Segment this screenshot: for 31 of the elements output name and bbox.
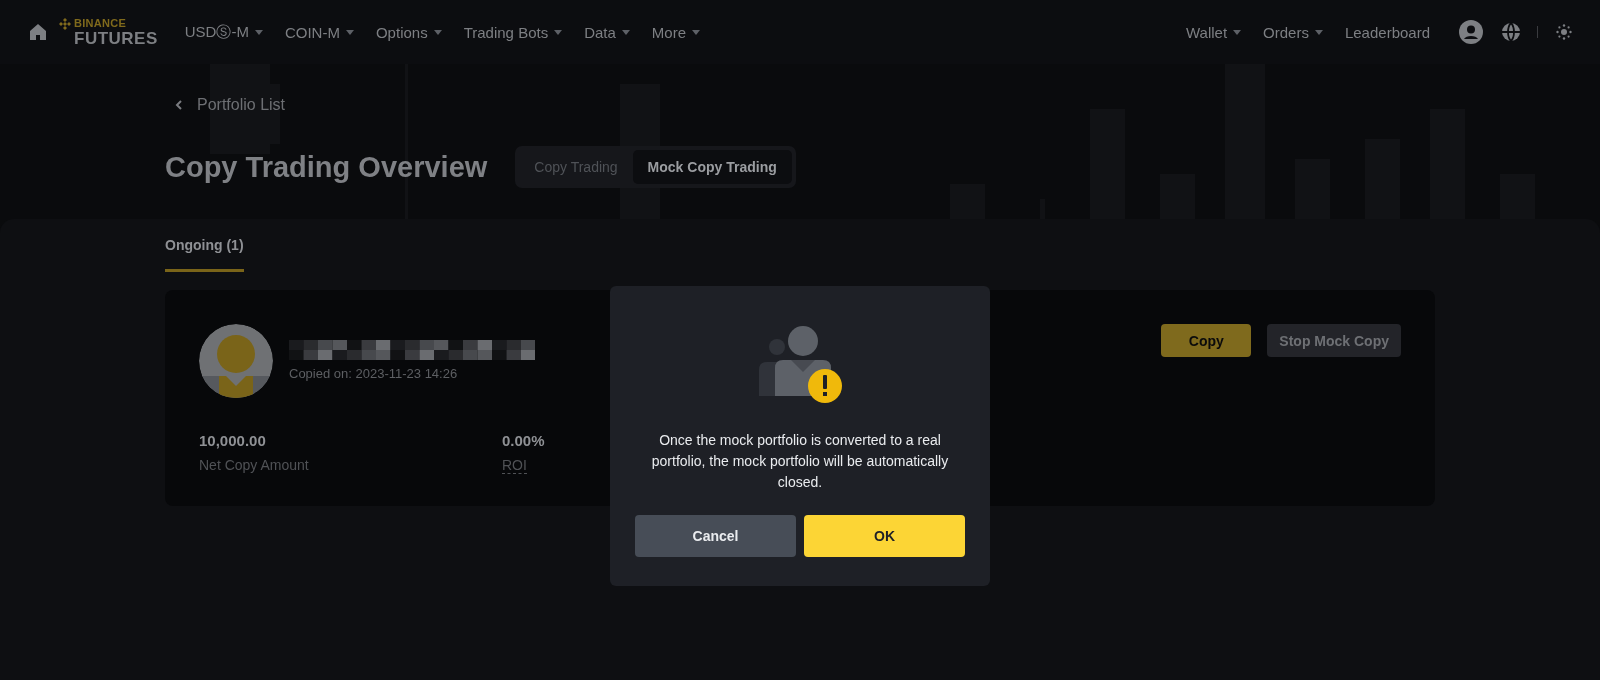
copy-button[interactable]: Copy [1161, 324, 1252, 357]
ok-button[interactable]: OK [804, 515, 965, 557]
mode-tab[interactable]: Mock Copy Trading [632, 150, 792, 184]
nav-menu-item[interactable]: Options [364, 23, 453, 41]
stat-label: Net Copy Amount [199, 457, 309, 473]
nav-menu-item[interactable]: USDⓈ-M [173, 22, 274, 42]
nav-menu-item[interactable]: COIN-M [273, 23, 365, 41]
dialog-message: Once the mock portfolio is converted to a real portfolio, the mock portfolio will be automatically closed. [650, 431, 950, 492]
globe-icon[interactable] [1501, 22, 1521, 42]
nav-menu-item[interactable]: Wallet [1174, 23, 1253, 41]
nav-menu-item[interactable]: Data [573, 23, 641, 41]
nav-menu-item[interactable]: Orders [1252, 23, 1334, 41]
logo[interactable]: BINANCE FUTURES [59, 17, 158, 47]
nav-menu-item[interactable]: Trading Bots [452, 23, 574, 41]
nav-menu-item[interactable]: More [640, 23, 712, 41]
stat-label: ROI [502, 457, 527, 474]
avatar-icon [199, 324, 273, 398]
chevron-left-icon [175, 100, 183, 110]
nav-menu-item[interactable]: Leaderboard [1333, 23, 1441, 41]
stop-button[interactable]: Stop Mock Copy [1267, 324, 1401, 357]
copied-date: Copied on: 2023-11-23 14:26 [289, 366, 459, 381]
stat-value: 0.00% [502, 432, 545, 449]
cancel-button[interactable]: Cancel [635, 515, 796, 557]
people-warning-icon [757, 326, 843, 404]
user-icon[interactable] [1459, 20, 1483, 44]
stat-value: 10,000.00 [199, 432, 266, 449]
home-icon[interactable] [29, 23, 47, 41]
section-tab[interactable]: Ongoing (1) [165, 237, 244, 272]
theme-icon[interactable] [1556, 24, 1572, 40]
back-link[interactable]: Portfolio List [165, 96, 286, 114]
page-title: Copy Trading Overview [165, 150, 488, 184]
